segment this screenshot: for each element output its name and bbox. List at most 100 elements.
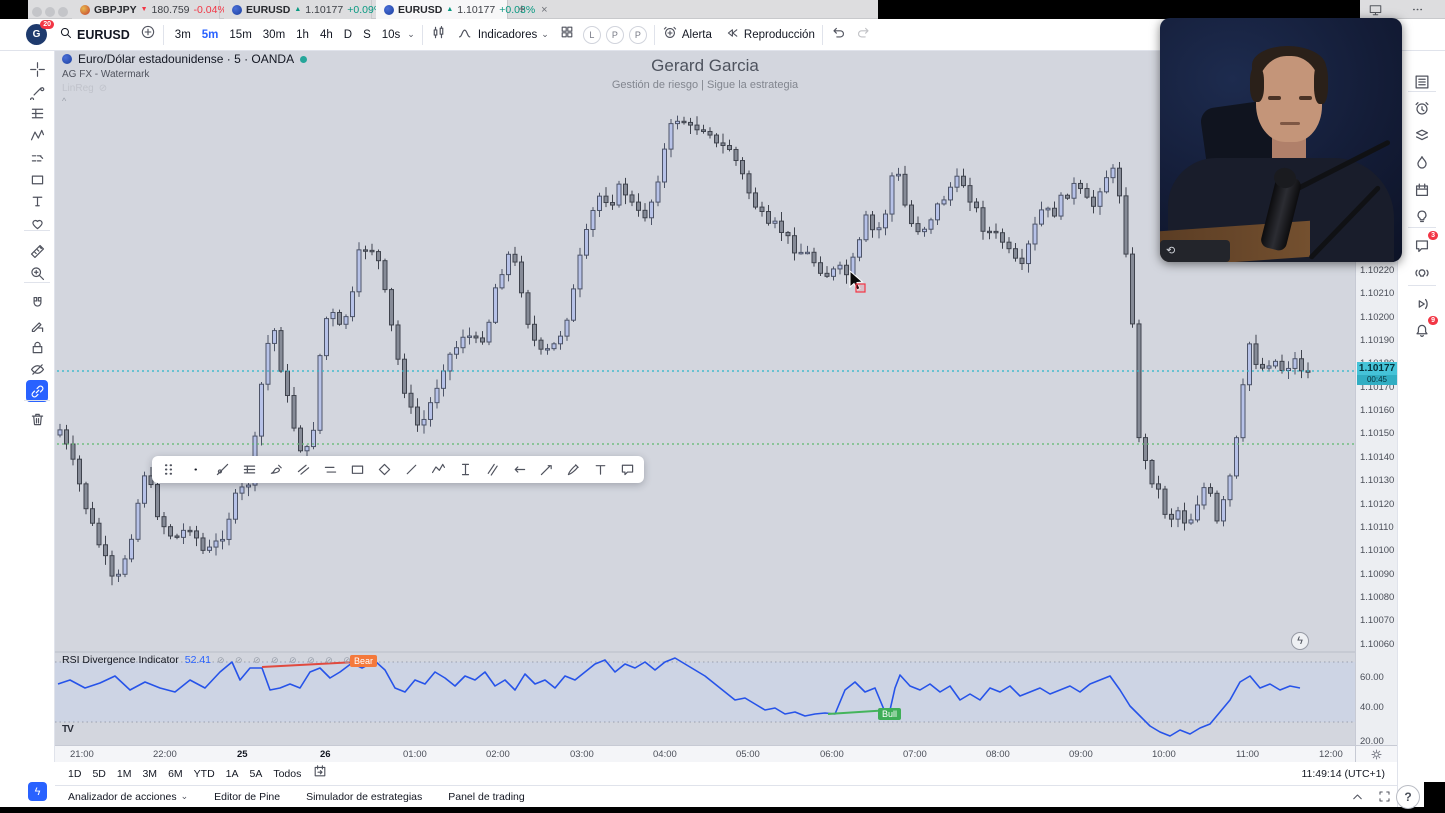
sidebar-notifications-bell[interactable]: 9 <box>1411 320 1433 342</box>
float-tool-trend-line2[interactable] <box>403 461 420 478</box>
float-tool-brush[interactable] <box>268 461 285 478</box>
bottom-tab-analizador-de-acciones[interactable]: Analizador de acciones⌄ <box>68 791 188 803</box>
left-tool-text-tool[interactable] <box>26 190 48 212</box>
sidebar-object-tree[interactable] <box>1411 125 1433 147</box>
sidebar-calendar[interactable] <box>1411 179 1433 201</box>
rsi-indicator-legend[interactable]: RSI Divergence Indicator 52.41 ⊘ ⊘ ⊘ ⊘ ⊘… <box>62 654 373 666</box>
float-tool-price-label[interactable] <box>457 461 474 478</box>
new-tab-button[interactable]: + <box>518 1 526 16</box>
browser-tab-eurusd-1[interactable]: EURUSD▲1.10177+0.09%× <box>224 0 372 19</box>
range-1A[interactable]: 1A <box>226 768 239 780</box>
float-tool-text-abc[interactable] <box>592 461 609 478</box>
left-tool-lock-all[interactable] <box>26 336 48 358</box>
symbol-search[interactable]: EURUSD <box>59 26 130 43</box>
range-5A[interactable]: 5A <box>250 768 263 780</box>
left-tool-trash[interactable] <box>26 408 48 430</box>
sidebar-watchlist[interactable] <box>1411 71 1433 93</box>
float-tool-horizontal-lines[interactable] <box>241 461 258 478</box>
left-tool-link-tool[interactable] <box>26 380 48 402</box>
float-tool-pen[interactable] <box>565 461 582 478</box>
timeframe-3m[interactable]: 3m <box>171 27 195 43</box>
float-tool-arrow-marker[interactable] <box>538 461 555 478</box>
left-tool-trend-line[interactable] <box>26 80 48 102</box>
layout-grid-icon[interactable] <box>559 24 575 45</box>
legend-collapse-caret[interactable]: ^ <box>62 96 307 106</box>
bottom-tab-editor-de-pine[interactable]: Editor de Pine <box>214 791 280 803</box>
browser-tab-eurusd-2[interactable]: EURUSD▲1.10177+0.03%× <box>376 0 508 19</box>
axis-settings-gear-icon[interactable] <box>1355 745 1397 762</box>
float-tool-rotated-rectangle[interactable] <box>376 461 393 478</box>
left-tool-forecast[interactable] <box>26 146 48 168</box>
panel-expand-icon[interactable] <box>1350 789 1365 809</box>
range-1D[interactable]: 1D <box>68 768 81 780</box>
tab-close-icon[interactable]: × <box>541 4 547 16</box>
float-tool-flat-channel[interactable] <box>322 461 339 478</box>
timeframe-5m[interactable]: 5m <box>198 27 223 43</box>
float-tool-callout[interactable] <box>619 461 636 478</box>
float-tool-parallel-channel[interactable] <box>295 461 312 478</box>
indicators-button[interactable]: Indicadores ⌄ <box>457 25 549 45</box>
timeframe-10s[interactable]: 10s <box>378 27 405 43</box>
left-tool-zoom-in[interactable] <box>26 262 48 284</box>
timeframe-1h[interactable]: 1h <box>292 27 313 43</box>
left-tool-magnet[interactable] <box>26 292 48 314</box>
floating-drawing-toolbar[interactable] <box>152 456 644 483</box>
sidebar-ideas-bulb[interactable] <box>1411 206 1433 228</box>
range-YTD[interactable]: YTD <box>194 768 215 780</box>
float-tool-rectangle[interactable] <box>349 461 366 478</box>
user-avatar[interactable]: G 20 <box>26 24 47 45</box>
left-tool-draw-mode[interactable] <box>26 314 48 336</box>
quick-trade-lightning-icon[interactable]: ϟ <box>1291 632 1309 650</box>
float-tool-parallel-lines[interactable] <box>484 461 501 478</box>
timeframe-30m[interactable]: 30m <box>259 27 289 43</box>
float-tool-polyline[interactable] <box>430 461 447 478</box>
timeframe-D[interactable]: D <box>340 27 356 43</box>
range-6M[interactable]: 6M <box>168 768 183 780</box>
timeframe-4h[interactable]: 4h <box>316 27 337 43</box>
range-3M[interactable]: 3M <box>142 768 157 780</box>
range-Todos[interactable]: Todos <box>273 768 301 780</box>
alert-button[interactable]: Alerta <box>662 25 712 44</box>
panel-fullscreen-icon[interactable] <box>1377 789 1392 809</box>
float-tool-dot[interactable] <box>187 461 204 478</box>
sidebar-replay-play[interactable] <box>1411 293 1433 315</box>
clock-utc-label[interactable]: 11:49:14 (UTC+1) <box>1301 768 1385 780</box>
sidebar-hotlist-flame[interactable] <box>1411 152 1433 174</box>
legend-indicator-label[interactable]: LinReg <box>62 83 94 94</box>
timeframe-S[interactable]: S <box>359 27 375 43</box>
float-tool-cross-line[interactable] <box>214 461 231 478</box>
legend-title[interactable]: Euro/Dólar estadounidense · 5 · OANDA <box>78 52 294 66</box>
left-tool-hide-all[interactable] <box>26 358 48 380</box>
left-tool-shapes-rectangle[interactable] <box>26 168 48 190</box>
sidebar-live-streams[interactable] <box>1411 262 1433 284</box>
redo-icon[interactable] <box>856 24 872 45</box>
undo-icon[interactable] <box>830 24 846 45</box>
time-axis[interactable]: 21:0022:00252601:0002:0003:0004:0005:000… <box>55 745 1355 762</box>
help-button[interactable]: ? <box>1396 785 1420 809</box>
replay-button[interactable]: Reproducción <box>724 25 815 44</box>
sidebar-chat[interactable]: 3 <box>1411 235 1433 257</box>
left-tool-fib-retracement[interactable] <box>26 102 48 124</box>
sidebar-alerts-clock[interactable] <box>1411 98 1433 120</box>
timeframe-15m[interactable]: 15m <box>225 27 255 43</box>
layout-template-p-2[interactable]: P <box>629 26 647 44</box>
bottom-tab-panel-de-trading[interactable]: Panel de trading <box>448 791 524 803</box>
layout-template-l-0[interactable]: L <box>583 26 601 44</box>
candle-style-icon[interactable] <box>430 24 447 46</box>
indicator-hidden-eye-icon[interactable]: ⊘ <box>99 83 107 94</box>
bottom-tab-simulador-de-estrategias[interactable]: Simulador de estrategias <box>306 791 422 803</box>
tradingview-logo[interactable]: TV <box>62 724 73 735</box>
go-to-date-icon[interactable] <box>312 763 328 784</box>
range-5D[interactable]: 5D <box>92 768 105 780</box>
person-hair-left <box>1250 66 1264 102</box>
left-tool-xabcd-pattern[interactable] <box>26 124 48 146</box>
range-1M[interactable]: 1M <box>117 768 132 780</box>
layout-template-p-1[interactable]: P <box>606 26 624 44</box>
browser-tab-gbpjpy-0[interactable]: GBPJPY▼180.759-0.04%× <box>72 0 220 19</box>
add-symbol-icon[interactable] <box>140 24 156 45</box>
screener-bolt-button[interactable]: ϟ <box>28 782 47 801</box>
left-tool-crosshair[interactable] <box>26 58 48 80</box>
timeframe-caret-icon[interactable]: ⌄ <box>407 29 415 40</box>
float-tool-arrow-left[interactable] <box>511 461 528 478</box>
left-tool-ruler[interactable] <box>26 240 48 262</box>
